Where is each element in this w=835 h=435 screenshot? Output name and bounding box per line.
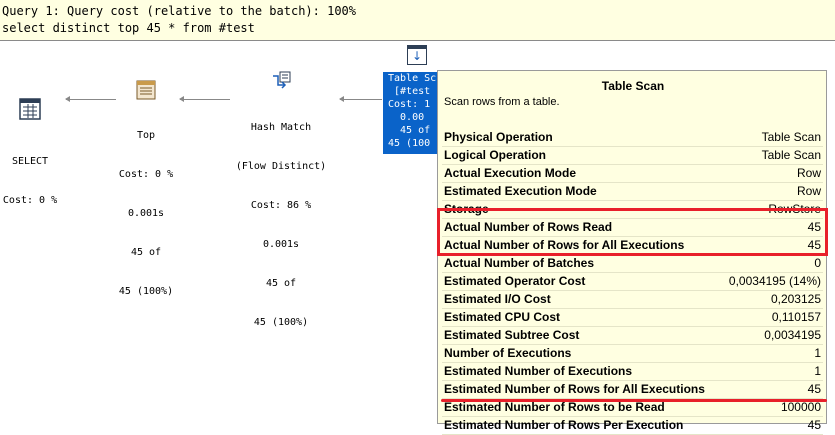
top-cost: Cost: 0 % [118, 169, 174, 180]
top-label: Top [136, 130, 156, 141]
query-cost-line: Query 1: Query cost (relative to the bat… [2, 4, 357, 18]
hash-match-cost: Cost: 86 % [250, 200, 312, 211]
property-label: Estimated I/O Cost [444, 292, 551, 306]
top-node[interactable]: Top Cost: 0 % 0.001s 45 of 45 (100%) [113, 54, 179, 311]
arrow-hash-to-top [179, 96, 230, 102]
table-scan-line4: 0.00 [388, 112, 425, 123]
table-scan-node[interactable]: Table Sc [#test Cost: 1 0.00 45 of 45 (1… [383, 72, 443, 154]
hash-match-rows: 45 of [265, 278, 297, 289]
top-time: 0.001s [127, 208, 165, 219]
select-node[interactable]: SELECT Cost: 0 % [2, 72, 58, 220]
table-scan-line1: Table Sc [388, 73, 437, 84]
hash-match-label: Hash Match [250, 122, 312, 133]
property-row: Number of Executions 1 [442, 345, 823, 363]
table-scan-line2: [#test [388, 86, 431, 97]
select-icon [19, 98, 41, 120]
highlight-underline-estimated-rows [441, 399, 827, 402]
property-label: Estimated Number of Executions [444, 364, 633, 378]
hash-match-pct: 45 (100%) [253, 317, 309, 328]
property-label: Estimated Subtree Cost [444, 328, 580, 342]
top-rows: 45 of [130, 247, 162, 258]
select-label: SELECT [11, 156, 49, 167]
property-label: Actual Number of Batches [444, 256, 595, 270]
property-label: Estimated CPU Cost [444, 310, 561, 324]
property-row: Estimated I/O Cost 0,203125 [442, 291, 823, 309]
property-label: Estimated Number of Rows Per Execution [444, 418, 684, 432]
property-label: Number of Executions [444, 346, 572, 360]
property-label: Estimated Operator Cost [444, 274, 586, 288]
hash-match-node[interactable]: Hash Match (Flow Distinct) Cost: 86 % 0.… [228, 44, 334, 342]
hash-match-time: 0.001s [262, 239, 300, 250]
property-value: Table Scan [761, 130, 821, 144]
highlight-box-actual-rows [437, 208, 828, 256]
top-icon [136, 80, 156, 100]
property-value: Table Scan [761, 148, 821, 162]
property-value: Row [796, 184, 821, 198]
property-label: Estimated Number of Rows for All Executi… [444, 382, 705, 396]
property-value: 45 [807, 382, 821, 396]
property-value: Row [796, 166, 821, 180]
property-value: 0,0034195 (14%) [728, 274, 821, 288]
property-label: Logical Operation [444, 148, 547, 162]
arrow-scan-to-hash [339, 96, 382, 102]
property-row: Estimated Subtree Cost 0,0034195 [442, 327, 823, 345]
property-label: Actual Execution Mode [444, 166, 577, 180]
arrow-top-to-select [65, 96, 116, 102]
tooltip-description: Scan rows from a table. [444, 96, 560, 108]
hash-match-sub: (Flow Distinct) [235, 161, 327, 172]
property-value: 0 [814, 256, 821, 270]
property-value: 1 [814, 364, 821, 378]
tooltip-properties: Physical Operation Table Scan Logical Ope… [442, 129, 823, 435]
property-value: 1 [814, 346, 821, 360]
property-row: Estimated Number of Rows for All Executi… [442, 381, 823, 399]
property-row: Estimated Number of Executions 1 [442, 363, 823, 381]
property-value: 0,110157 [771, 310, 821, 324]
query-header: Query 1: Query cost (relative to the bat… [0, 0, 835, 41]
property-row: Estimated Operator Cost 0,0034195 (14%) [442, 273, 823, 291]
property-row: Estimated CPU Cost 0,110157 [442, 309, 823, 327]
property-value: 45 [807, 418, 821, 432]
table-scan-line5: 45 of [388, 125, 431, 136]
property-row: Actual Number of Batches 0 [442, 255, 823, 273]
tooltip-title: Table Scan [601, 79, 665, 93]
query-text-line: select distinct top 45 * from #test [2, 21, 255, 35]
property-row: Actual Execution Mode Row [442, 165, 823, 183]
property-row: Physical Operation Table Scan [442, 129, 823, 147]
property-row: Estimated Number of Rows Per Execution 45 [442, 417, 823, 435]
property-row: Logical Operation Table Scan [442, 147, 823, 165]
select-cost: Cost: 0 % [2, 195, 58, 206]
table-scan-line6: 45 (100 [388, 138, 431, 149]
property-label: Estimated Execution Mode [444, 184, 597, 198]
table-scan-icon: ↓ [407, 45, 427, 65]
property-row: Estimated Execution Mode Row [442, 183, 823, 201]
property-value: 0,0034195 [764, 328, 821, 342]
hash-match-icon [273, 71, 291, 89]
property-value: 0,203125 [770, 292, 821, 306]
top-pct: 45 (100%) [118, 286, 174, 297]
property-label: Physical Operation [444, 130, 553, 144]
table-scan-line3: Cost: 1 [388, 99, 431, 110]
